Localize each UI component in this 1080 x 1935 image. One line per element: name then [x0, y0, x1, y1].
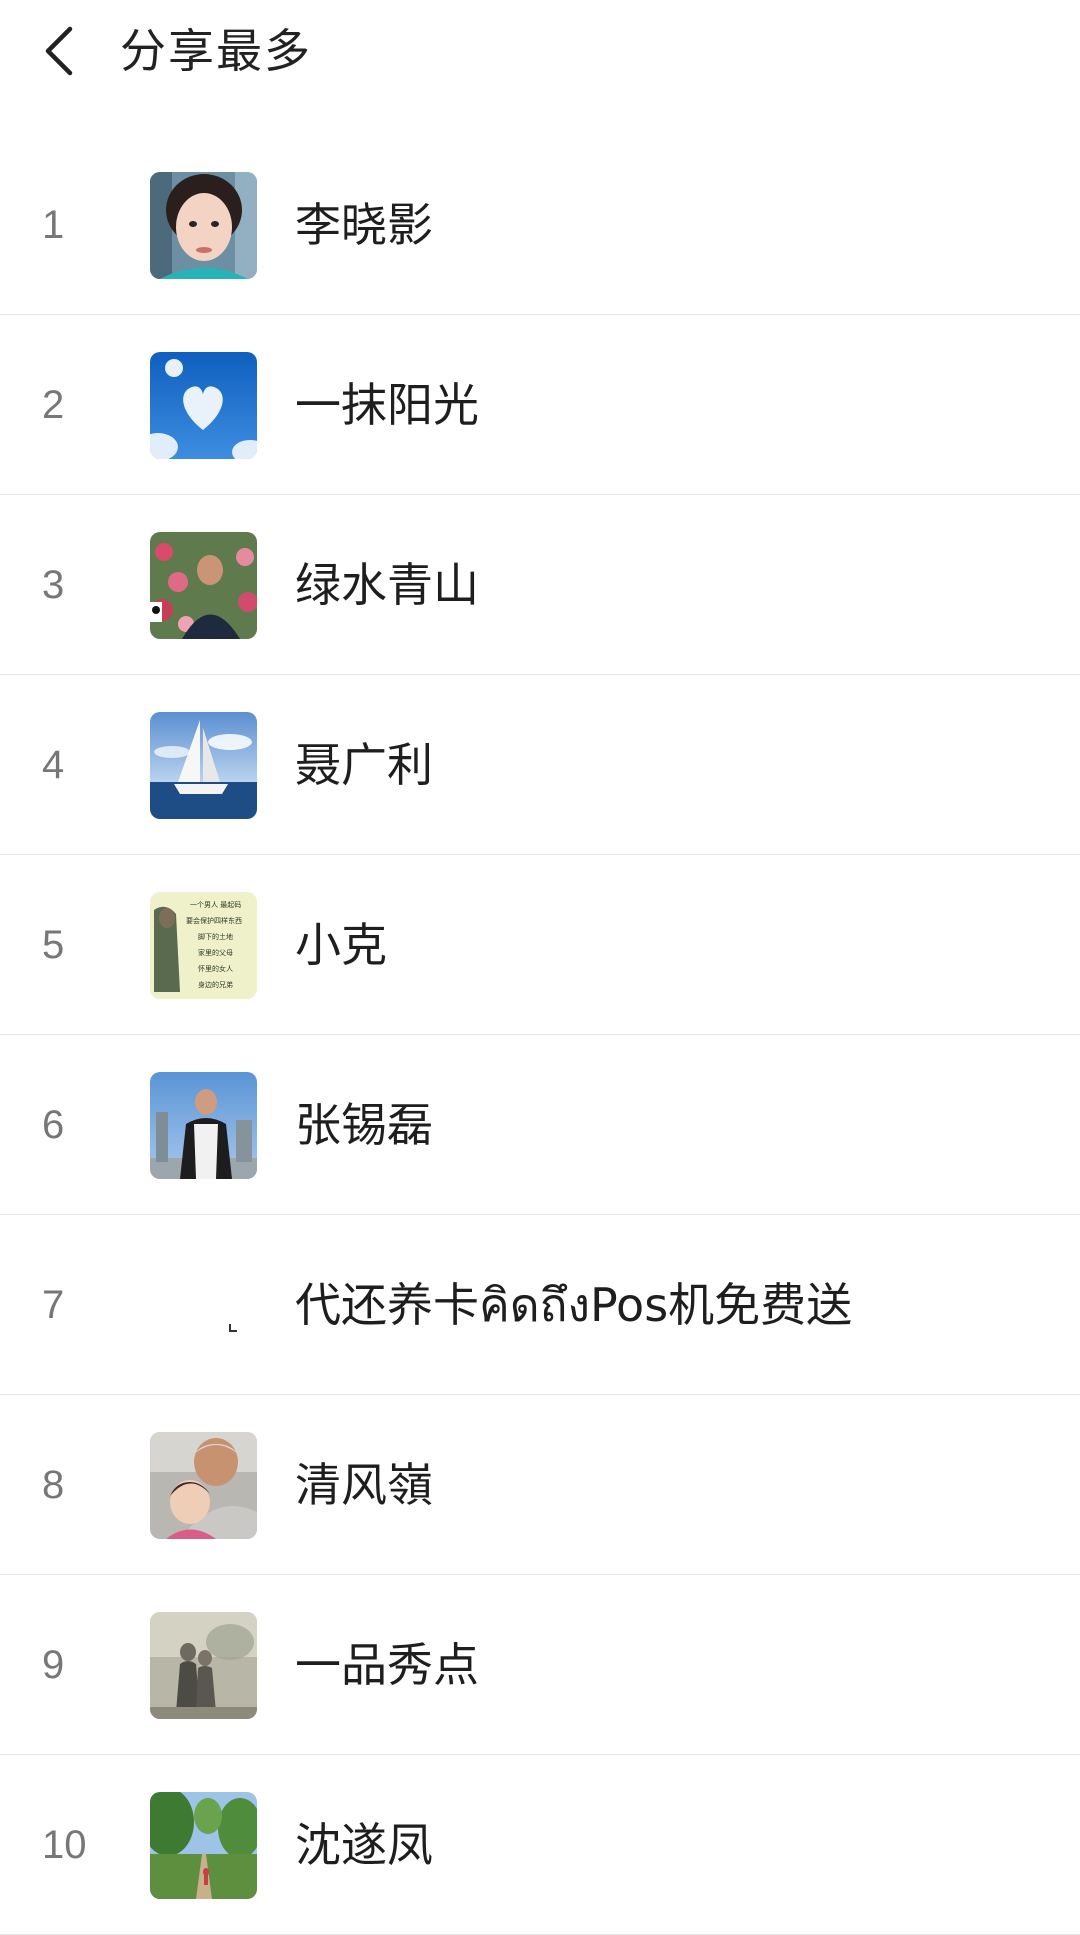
rank-number: 9	[42, 1643, 65, 1687]
user-name: 一品秀点	[295, 1638, 479, 1692]
ranking-row[interactable]: 3 绿水青山	[0, 495, 1080, 675]
man-flowers-avatar	[150, 532, 257, 639]
rank-number: 3	[42, 563, 65, 607]
man-outdoor-avatar	[150, 1072, 257, 1179]
page-title: 分享最多	[120, 24, 312, 78]
rank-number: 7	[42, 1283, 65, 1327]
ranking-row[interactable]: 1 李晓影	[0, 135, 1080, 315]
couple-photo-avatar	[150, 1612, 257, 1719]
ranking-row[interactable]: 10 沈遂凤	[0, 1755, 1080, 1935]
poster-line: 一个男人 最起码	[190, 901, 241, 909]
grandpa-baby-avatar	[150, 1432, 257, 1539]
ranking-row[interactable]: 8 清风嶺	[0, 1395, 1080, 1575]
ranking-row[interactable]: 9 一品秀点	[0, 1575, 1080, 1755]
back-button[interactable]	[30, 18, 90, 84]
rank-number: 1	[42, 203, 65, 247]
user-name: 清风嶺	[295, 1458, 433, 1512]
user-name: 小克	[295, 918, 387, 972]
user-name: 绿水青山	[295, 558, 479, 612]
ranking-list: 1 李晓影 2 一抹阳光 3 绿水青山 4 聂广利 5 一个男人 最起码 要会保…	[0, 135, 1080, 1935]
user-name: 一抹阳光	[295, 378, 479, 432]
blank-avatar	[150, 1252, 257, 1359]
blank-avatar-mark	[229, 1324, 237, 1332]
poster-line: 身边的兄弟	[198, 980, 233, 989]
ranking-row[interactable]: 6 张锡磊	[0, 1035, 1080, 1215]
rank-number: 8	[42, 1463, 65, 1507]
ranking-row[interactable]: 4 聂广利	[0, 675, 1080, 855]
tree-path-avatar	[150, 1792, 257, 1899]
ranking-row[interactable]: 7 代还养卡คิดถึงPos机免费送	[0, 1215, 1080, 1395]
heart-cloud-sky-avatar	[150, 352, 257, 459]
user-name: 代还养卡คิดถึงPos机免费送	[295, 1278, 853, 1332]
user-name: 李晓影	[295, 198, 433, 252]
ranking-row[interactable]: 2 一抹阳光	[0, 315, 1080, 495]
top-bar: 分享最多	[0, 0, 1080, 135]
poster-line: 家里的父母	[198, 948, 233, 957]
user-name: 沈遂凤	[295, 1818, 433, 1872]
rank-number: 2	[42, 383, 65, 427]
poster-line: 怀里的女人	[198, 964, 233, 973]
user-name: 张锡磊	[295, 1098, 433, 1152]
user-name: 聂广利	[295, 738, 433, 792]
rank-number: 10	[42, 1823, 87, 1867]
poster-line: 脚下的土地	[198, 932, 233, 941]
rank-number: 4	[42, 743, 65, 787]
sailboat-avatar	[150, 712, 257, 819]
ranking-row[interactable]: 5 一个男人 最起码 要会保护四样东西 脚下的土地 家里的父母 怀里的女人 身边…	[0, 855, 1080, 1035]
chevron-left-icon	[45, 26, 73, 76]
portrait-woman-avatar	[150, 172, 257, 279]
rank-number: 6	[42, 1103, 65, 1147]
rank-number: 5	[42, 923, 65, 967]
text-poster-avatar: 一个男人 最起码 要会保护四样东西 脚下的土地 家里的父母 怀里的女人 身边的兄…	[150, 892, 257, 999]
poster-line: 要会保护四样东西	[186, 916, 242, 925]
